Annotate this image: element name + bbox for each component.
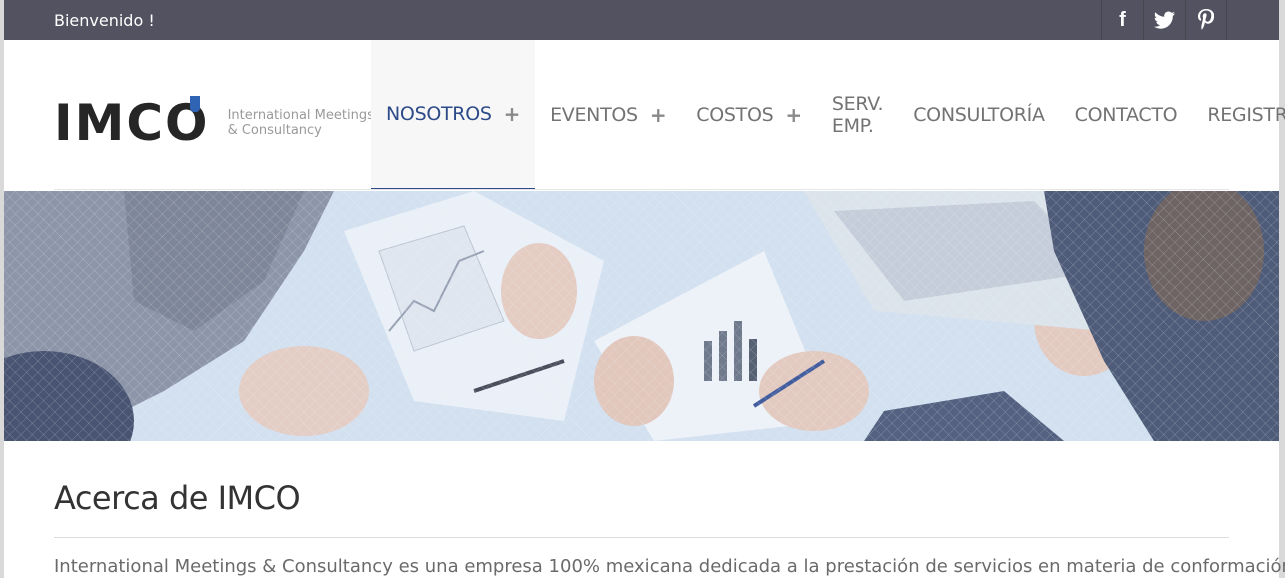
header-divider xyxy=(54,189,1229,190)
tagline-line-1: International Meetings xyxy=(227,108,374,123)
site-header: IMCO International Meetings & Consultanc… xyxy=(4,40,1285,190)
nav-item-label: CONSULTORÍA xyxy=(913,104,1045,126)
nav-item-registro[interactable]: REGISTRO xyxy=(1192,40,1285,190)
social-links: f xyxy=(1101,0,1227,40)
facebook-icon[interactable]: f xyxy=(1101,0,1143,40)
plus-icon: + xyxy=(785,103,802,127)
logo-text: IMCO xyxy=(54,94,210,152)
business-meeting-illustration xyxy=(4,191,1279,441)
logo-accent-mark xyxy=(189,96,200,112)
nav-item-label: EVENTOS xyxy=(550,104,638,126)
plus-icon: + xyxy=(649,103,667,127)
logo-tagline: International Meetings & Consultancy xyxy=(228,108,374,138)
plus-icon: + xyxy=(503,102,521,126)
nav-item-label: COSTOS xyxy=(696,104,774,126)
top-bar: Bienvenido ! f xyxy=(4,0,1279,40)
page-title: Acerca de IMCO xyxy=(54,479,301,517)
logo-mark: IMCO xyxy=(54,96,210,148)
nav-item-label: SERV. EMP. xyxy=(831,93,884,137)
nav-item-costos[interactable]: COSTOS + xyxy=(681,40,817,190)
nav-item-contacto[interactable]: CONTACTO xyxy=(1060,40,1193,190)
nav-item-consultoria[interactable]: CONSULTORÍA xyxy=(898,40,1059,190)
logo[interactable]: IMCO International Meetings & Consultanc… xyxy=(54,96,374,148)
pinterest-icon[interactable] xyxy=(1185,0,1227,40)
nav-item-label: CONTACTO xyxy=(1074,104,1178,126)
intro-paragraph: International Meetings & Consultancy es … xyxy=(54,556,1285,577)
welcome-text: Bienvenido ! xyxy=(54,11,155,30)
tagline-line-2: & Consultancy xyxy=(227,123,322,138)
twitter-icon[interactable] xyxy=(1143,0,1185,40)
main-content: Acerca de IMCO International Meetings & … xyxy=(54,441,1285,577)
main-nav: NOSOTROS + EVENTOS + COSTOS + SERV. EMP.… xyxy=(371,40,1285,190)
title-divider xyxy=(54,537,1229,538)
nav-item-label: NOSOTROS xyxy=(386,103,492,125)
nav-item-eventos[interactable]: EVENTOS + xyxy=(535,40,681,190)
hero-banner-image xyxy=(4,191,1279,441)
nav-item-nosotros[interactable]: NOSOTROS + xyxy=(371,40,536,190)
nav-item-label: REGISTRO xyxy=(1207,104,1285,126)
nav-item-serv-emp[interactable]: SERV. EMP. xyxy=(817,40,898,190)
